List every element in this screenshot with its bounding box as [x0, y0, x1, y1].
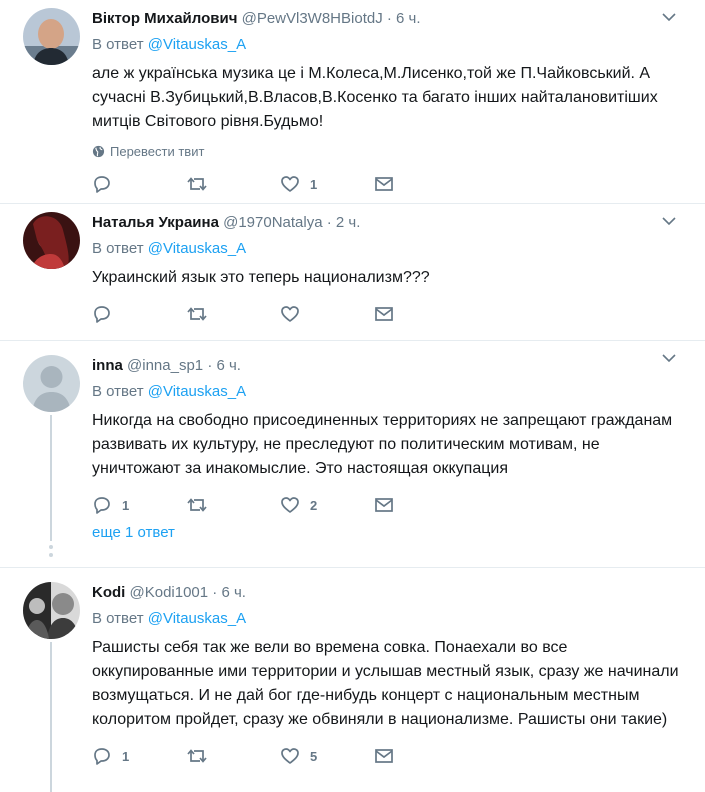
separator-dot: ·: [207, 357, 213, 374]
tweet-actions: 1 5: [92, 742, 685, 770]
user-handle[interactable]: @inna_sp1: [127, 357, 203, 374]
envelope-icon: [375, 307, 393, 321]
tweet-text: але ж українська музика це і М.Колеса,М.…: [92, 65, 658, 130]
tweet-text: Украинский язык это теперь национализм??…: [92, 269, 430, 286]
reply-context: В ответ @Vitauskas_A: [92, 238, 685, 260]
tweet[interactable]: Віктор Михайлович @PewVl3W8HBiotdJ · 6 ч…: [0, 0, 705, 204]
tweet-header: inna @inna_sp1 · 6 ч.: [92, 355, 685, 377]
retweet-icon: [187, 498, 207, 512]
chevron-down-icon[interactable]: [662, 12, 676, 22]
thread-dots: [49, 545, 53, 561]
tweet-header: Kodi @Kodi1001 · 6 ч.: [92, 582, 685, 604]
reply-icon: [94, 748, 110, 765]
reply-button[interactable]: 1: [92, 746, 186, 766]
more-replies-link[interactable]: еще 1 ответ: [92, 524, 175, 541]
like-button[interactable]: 1: [280, 174, 374, 194]
reply-icon: [94, 306, 110, 323]
retweet-icon: [187, 307, 207, 321]
tweet-actions: [92, 300, 685, 328]
like-count: 5: [310, 748, 318, 764]
tweet-time[interactable]: 6 ч.: [396, 10, 421, 27]
chevron-down-icon[interactable]: [662, 353, 676, 363]
like-button[interactable]: 5: [280, 746, 374, 766]
reply-context: В ответ @Vitauskas_A: [92, 608, 685, 630]
reply-prefix: В ответ: [92, 240, 144, 257]
thread-line: [50, 415, 52, 541]
reply-button[interactable]: 1: [92, 495, 186, 515]
user-handle[interactable]: @PewVl3W8HBiotdJ: [242, 10, 383, 27]
like-count: 2: [310, 497, 318, 513]
reply-button[interactable]: [92, 174, 186, 194]
direct-message-button[interactable]: [374, 174, 468, 194]
tweet-time[interactable]: 2 ч.: [336, 214, 361, 231]
retweet-button[interactable]: [186, 174, 280, 194]
retweet-icon: [187, 177, 207, 191]
tweet[interactable]: Наталья Украина @1970Natalya · 2 ч. В от…: [0, 204, 705, 341]
heart-icon: [281, 306, 299, 322]
tweet-text: Никогда на свободно присоединенных терри…: [92, 412, 673, 477]
envelope-icon: [375, 749, 393, 763]
retweet-button[interactable]: [186, 746, 280, 766]
user-handle[interactable]: @Kodi1001: [130, 584, 209, 601]
reply-to-link[interactable]: @Vitauskas_A: [148, 610, 246, 627]
separator-dot: ·: [386, 10, 392, 27]
separator-dot: ·: [212, 584, 218, 601]
tweet-actions: 1: [92, 170, 685, 198]
user-handle[interactable]: @1970Natalya: [223, 214, 322, 231]
avatar[interactable]: [23, 8, 80, 65]
like-count: 1: [310, 176, 318, 192]
user-name[interactable]: Віктор Михайлович: [92, 10, 237, 27]
tweet-header: Наталья Украина @1970Natalya · 2 ч.: [92, 212, 685, 234]
tweet[interactable]: inna @inna_sp1 · 6 ч. В ответ @Vitauskas…: [0, 341, 705, 568]
direct-message-button[interactable]: [374, 495, 468, 515]
chevron-down-icon[interactable]: [662, 216, 676, 226]
reply-context: В ответ @Vitauskas_A: [92, 34, 685, 56]
thread-line: [50, 642, 52, 792]
user-name[interactable]: Наталья Украина: [92, 214, 219, 231]
tweet-time[interactable]: 6 ч.: [221, 584, 246, 601]
reply-to-link[interactable]: @Vitauskas_A: [148, 36, 246, 53]
avatar[interactable]: [23, 355, 80, 412]
like-button[interactable]: 2: [280, 495, 374, 515]
envelope-icon: [375, 498, 393, 512]
reply-icon: [94, 497, 110, 514]
translate-tweet-link[interactable]: Перевести твит: [92, 142, 685, 160]
retweet-button[interactable]: [186, 304, 280, 324]
reply-prefix: В ответ: [92, 610, 144, 627]
tweet-time[interactable]: 6 ч.: [216, 357, 241, 374]
reply-count: 1: [122, 748, 130, 764]
envelope-icon: [375, 177, 393, 191]
direct-message-button[interactable]: [374, 304, 468, 324]
translate-label: Перевести твит: [110, 143, 205, 159]
reply-context: В ответ @Vitauskas_A: [92, 381, 685, 403]
globe-icon: [92, 145, 105, 157]
reply-to-link[interactable]: @Vitauskas_A: [148, 240, 246, 257]
reply-count: 1: [122, 497, 130, 513]
tweet-text: Рашисты себя так же вели во времена совк…: [92, 639, 679, 728]
user-name[interactable]: inna: [92, 357, 123, 374]
reply-to-link[interactable]: @Vitauskas_A: [148, 383, 246, 400]
tweet-header: Віктор Михайлович @PewVl3W8HBiotdJ · 6 ч…: [92, 8, 685, 30]
like-button[interactable]: [280, 304, 374, 324]
reply-prefix: В ответ: [92, 383, 144, 400]
separator-dot: ·: [326, 214, 332, 231]
reply-button[interactable]: [92, 304, 186, 324]
avatar[interactable]: [23, 212, 80, 269]
tweet[interactable]: Kodi @Kodi1001 · 6 ч. В ответ @Vitauskas…: [0, 568, 705, 792]
heart-icon: [281, 176, 299, 192]
avatar[interactable]: [23, 582, 80, 639]
heart-icon: [281, 748, 299, 764]
retweet-button[interactable]: [186, 495, 280, 515]
reply-prefix: В ответ: [92, 36, 144, 53]
direct-message-button[interactable]: [374, 746, 468, 766]
reply-icon: [94, 176, 110, 193]
heart-icon: [281, 497, 299, 513]
tweet-actions: 1 2: [92, 491, 685, 519]
user-name[interactable]: Kodi: [92, 584, 125, 601]
retweet-icon: [187, 749, 207, 763]
